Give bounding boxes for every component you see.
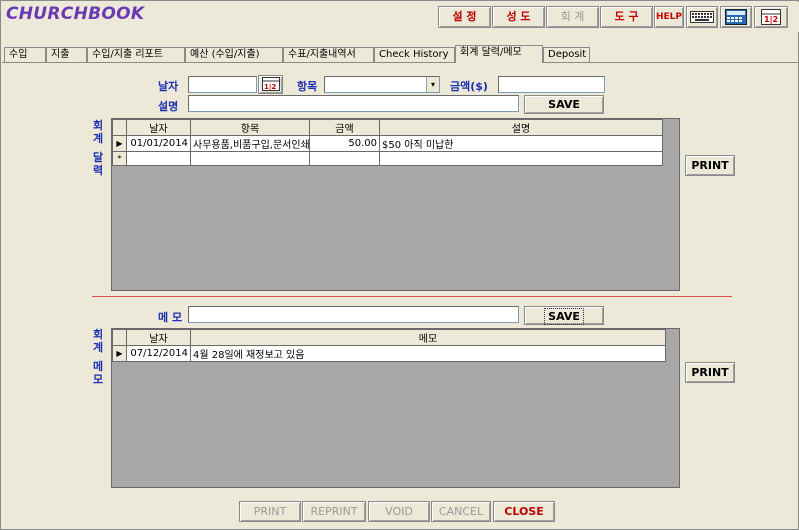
tab-budget[interactable]: 예산 (수입/지출) <box>185 47 283 62</box>
side-char: 계 <box>92 341 104 354</box>
app-logo: CHURCHBOOK <box>6 4 145 24</box>
table-cell[interactable]: $50 아직 미납한 <box>379 135 663 152</box>
tab-strip: 수입 지출 수입/지출 리포트 예산 (수입/지출) 수표/지출내역서 Chec… <box>2 45 799 63</box>
svg-text:1|2: 1|2 <box>264 83 276 91</box>
side-char: 모 <box>92 373 104 386</box>
calendar-icon: 1|2 <box>261 77 280 92</box>
new-row[interactable]: * <box>112 151 663 166</box>
calendar-icon-button[interactable]: 1|2 <box>754 6 788 28</box>
calendar-icon: 1|2 <box>761 9 781 25</box>
side-char: 달 <box>92 151 104 164</box>
calendar-side-label: 회 계 달 력 <box>91 119 105 177</box>
cancel-button[interactable]: CANCEL <box>431 501 491 522</box>
amount-input[interactable] <box>498 76 605 93</box>
chevron-down-icon[interactable]: ▾ <box>426 77 439 92</box>
memo-input[interactable] <box>188 306 519 323</box>
memo-print-button[interactable]: PRINT <box>685 362 735 383</box>
keyboard-icon-button[interactable] <box>686 6 718 28</box>
tab-check-history[interactable]: Check History <box>374 47 455 62</box>
tab-expense[interactable]: 지출 <box>46 47 87 62</box>
date-input[interactable] <box>188 76 257 93</box>
column-header[interactable]: 설명 <box>379 119 663 136</box>
app-window: CHURCHBOOK 설 정 성 도 회 계 도 구 HELP 1|2 수입 지… <box>0 0 799 530</box>
side-char: 메 <box>92 360 104 373</box>
help-button[interactable]: HELP <box>654 6 684 28</box>
memo-label: 메 모 <box>158 311 183 324</box>
calendar-grid[interactable]: 날자 항목 금액 설명 ▶ 01/01/2014 사무용품,비품구입,문서인쇄 … <box>111 118 680 291</box>
calculator-icon-button[interactable] <box>720 6 752 28</box>
table-cell[interactable]: 4월 28일에 재정보고 있음 <box>190 345 666 362</box>
calendar-table: 날자 항목 금액 설명 ▶ 01/01/2014 사무용품,비품구입,문서인쇄 … <box>112 119 663 166</box>
date-label: 날자 <box>158 80 179 93</box>
item-label: 항목 <box>297 80 318 93</box>
side-char: 회 <box>92 119 104 132</box>
date-picker-button[interactable]: 1|2 <box>258 75 283 94</box>
accounting-button[interactable]: 회 계 <box>546 6 599 28</box>
table-cell[interactable]: 01/01/2014 <box>126 135 191 152</box>
memo-side-label: 회 계 메 모 <box>91 328 105 386</box>
memo-table: 날자 메모 ▶ 07/12/2014 4월 28일에 재정보고 있음 <box>112 329 666 362</box>
memo-grid[interactable]: 날자 메모 ▶ 07/12/2014 4월 28일에 재정보고 있음 <box>111 328 680 488</box>
keyboard-icon <box>690 11 714 23</box>
calendar-print-button[interactable]: PRINT <box>685 155 735 176</box>
row-selector-header <box>112 119 127 136</box>
tab-checks[interactable]: 수표/지출내역서 <box>283 47 374 62</box>
tab-income[interactable]: 수입 <box>4 47 46 62</box>
close-button[interactable]: CLOSE <box>493 501 555 522</box>
void-button[interactable]: VOID <box>368 501 430 522</box>
memo-save-label: SAVE <box>544 308 584 325</box>
reprint-button[interactable]: REPRINT <box>302 501 366 522</box>
memo-save-button[interactable]: SAVE <box>524 306 604 325</box>
column-header[interactable]: 메모 <box>190 329 666 346</box>
section-divider <box>92 296 732 297</box>
table-cell[interactable] <box>379 151 663 166</box>
tab-divider <box>2 62 799 63</box>
settings-button[interactable]: 설 정 <box>438 6 491 28</box>
print-button[interactable]: PRINT <box>239 501 301 522</box>
item-select[interactable]: ▾ <box>324 76 440 93</box>
column-header[interactable]: 금액 <box>309 119 380 136</box>
title-bar: CHURCHBOOK 설 정 성 도 회 계 도 구 HELP 1|2 <box>2 2 799 32</box>
side-char: 력 <box>92 164 104 177</box>
description-input[interactable] <box>188 95 519 112</box>
tools-button[interactable]: 도 구 <box>600 6 653 28</box>
table-row[interactable]: ▶ 07/12/2014 4월 28일에 재정보고 있음 <box>112 345 666 362</box>
tab-calendar-memo[interactable]: 회계 달력/메모 <box>455 45 543 63</box>
save-button[interactable]: SAVE <box>524 95 604 114</box>
table-cell[interactable] <box>309 151 380 166</box>
new-row-marker[interactable]: * <box>112 151 127 166</box>
row-pointer-icon[interactable]: ▶ <box>112 345 127 362</box>
table-cell[interactable] <box>190 151 310 166</box>
table-cell[interactable] <box>126 151 191 166</box>
amount-label: 금액($) <box>450 80 488 93</box>
table-cell[interactable]: 사무용품,비품구입,문서인쇄 <box>190 135 310 152</box>
table-cell[interactable]: 50.00 <box>309 135 380 152</box>
column-header[interactable]: 항목 <box>190 119 310 136</box>
column-header[interactable]: 날자 <box>126 329 191 346</box>
members-button[interactable]: 성 도 <box>492 6 545 28</box>
row-selector-header <box>112 329 127 346</box>
table-cell[interactable]: 07/12/2014 <box>126 345 191 362</box>
tab-deposit[interactable]: Deposit <box>543 47 590 62</box>
side-char: 회 <box>92 328 104 341</box>
tab-report[interactable]: 수입/지출 리포트 <box>87 47 185 62</box>
table-row[interactable]: ▶ 01/01/2014 사무용품,비품구입,문서인쇄 50.00 $50 아직… <box>112 135 663 152</box>
calculator-icon <box>725 9 747 25</box>
side-char: 계 <box>92 132 104 145</box>
column-header[interactable]: 날자 <box>126 119 191 136</box>
row-pointer-icon[interactable]: ▶ <box>112 135 127 152</box>
svg-text:1|2: 1|2 <box>764 15 778 24</box>
description-label: 설명 <box>158 100 179 113</box>
